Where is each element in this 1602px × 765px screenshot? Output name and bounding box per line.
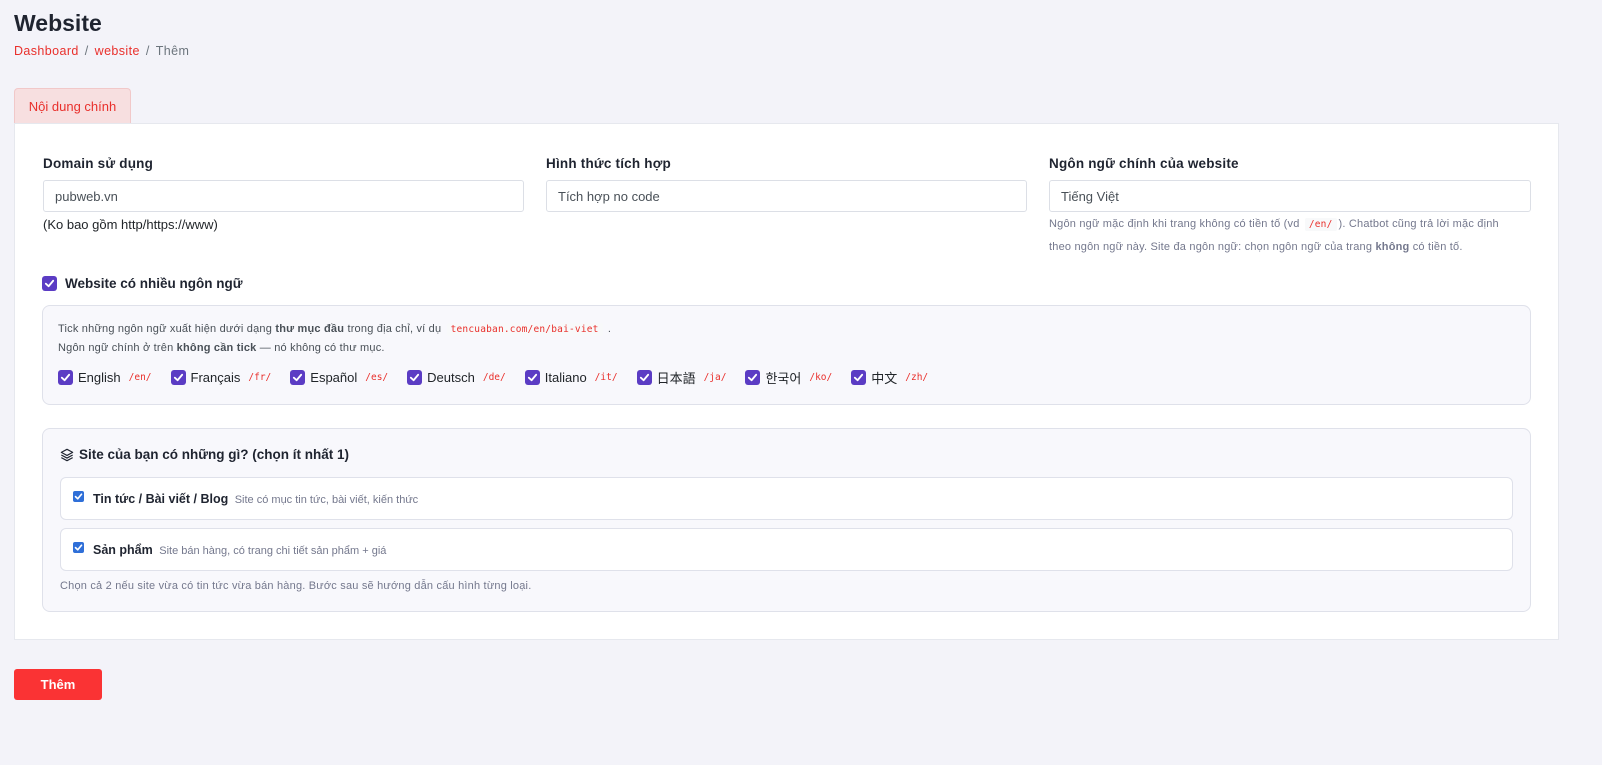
language-path: /en/ [128, 372, 152, 383]
main-language-hint-text: Ngôn ngữ mặc định khi trang không có tiề… [1049, 218, 1300, 230]
check-icon [410, 373, 420, 382]
language-path: /ja/ [703, 372, 727, 383]
tab-main-content[interactable]: Nội dung chính [14, 88, 131, 124]
site-type-title-text: Site của bạn có những gì? (chọn ít nhất … [79, 447, 350, 462]
site-type-title: Site của bạn có những gì? (chọn ít nhất … [60, 447, 349, 462]
check-icon [527, 373, 537, 382]
breadcrumb-website-link[interactable]: website [95, 44, 140, 58]
language-note-text: — nó không có thư mục. [259, 342, 385, 354]
main-language-hint-emphasis: không [1375, 241, 1410, 253]
site-type-checkbox[interactable] [73, 542, 84, 553]
site-type-option-news[interactable]: Tin tức / Bài viết / Blog Site có mục ti… [60, 477, 1513, 520]
language-checkbox[interactable] [636, 370, 652, 385]
language-note-text: trong địa chỉ, ví dụ [347, 323, 442, 335]
language-option-en[interactable]: English /en/ [58, 370, 152, 385]
language-note-text: Ngôn ngữ chính ở trên [58, 342, 174, 354]
page-title: Website [14, 10, 102, 36]
multilang-label: Website có nhiều ngôn ngữ [65, 276, 243, 291]
language-note-emphasis: thư mục đầu [275, 323, 345, 335]
language-note-emphasis: không cần tick [176, 342, 257, 354]
language-selection-box: Tick những ngôn ngữ xuất hiện dưới dạng … [42, 305, 1531, 405]
language-path: /it/ [594, 372, 618, 383]
main-language-hint-text: theo ngôn ngữ này. Site đa ngôn ngữ: chọ… [1049, 241, 1373, 253]
language-path: /es/ [365, 372, 389, 383]
language-checkbox[interactable] [58, 370, 73, 385]
domain-input[interactable]: pubweb.vn [43, 180, 524, 212]
language-name: English [78, 370, 121, 385]
language-option-ja[interactable]: 日本語 /ja/ [636, 368, 727, 387]
site-type-option-desc: Site có mục tin tức, bài viết, kiến thức [234, 494, 419, 506]
language-list: English /en/ Français /fr/ Español /es/ … [58, 368, 947, 387]
main-language-label: Ngôn ngữ chính của website [1049, 156, 1239, 171]
main-language-hint: Ngôn ngữ mặc định khi trang không có tiề… [1049, 213, 1539, 259]
main-language-hint-code: /en/ [1304, 218, 1337, 231]
language-path: /ko/ [809, 372, 833, 383]
multilang-toggle[interactable]: Website có nhiều ngôn ngữ [42, 276, 243, 291]
site-type-option-desc: Site bán hàng, có trang chi tiết sản phẩ… [159, 545, 387, 557]
language-note-text: . [607, 323, 612, 335]
domain-label: Domain sử dụng [43, 156, 154, 171]
language-option-zh[interactable]: 中文 /zh/ [851, 368, 928, 387]
language-checkbox[interactable] [407, 370, 423, 385]
site-type-option-products[interactable]: Sản phẩm Site bán hàng, có trang chi tiế… [60, 528, 1513, 571]
submit-button[interactable]: Thêm [14, 669, 102, 700]
language-name: Italiano [544, 370, 587, 385]
site-type-checkbox[interactable] [73, 491, 84, 502]
breadcrumb: Dashboard / website / Thêm [14, 44, 189, 58]
check-icon [639, 373, 649, 382]
check-icon [74, 544, 83, 551]
check-icon [173, 373, 183, 382]
language-checkbox[interactable] [745, 370, 761, 385]
site-type-footnote: Chọn cả 2 nếu site vừa có tin tức vừa bá… [60, 580, 532, 592]
main-language-hint-text: ). Chatbot cũng trả lời mặc định [1338, 218, 1499, 230]
breadcrumb-dashboard-link[interactable]: Dashboard [14, 44, 79, 58]
language-checkbox[interactable] [524, 370, 540, 385]
check-icon [854, 373, 864, 382]
language-option-ko[interactable]: 한국어 /ko/ [745, 368, 832, 387]
language-option-it[interactable]: Italiano /it/ [524, 370, 618, 385]
language-checkbox[interactable] [170, 370, 186, 385]
site-type-option-title: Tin tức / Bài viết / Blog [93, 492, 229, 506]
language-note: Tick những ngôn ngữ xuất hiện dưới dạng … [58, 320, 611, 358]
language-path: /zh/ [905, 372, 929, 383]
language-name: Deutsch [427, 370, 475, 385]
language-checkbox[interactable] [290, 370, 306, 385]
language-name: 한국어 [765, 371, 802, 386]
breadcrumb-separator: / [145, 44, 150, 58]
integration-label: Hình thức tích hợp [546, 156, 671, 171]
language-checkbox[interactable] [851, 370, 867, 385]
layers-icon [60, 448, 74, 461]
language-path: /fr/ [248, 372, 272, 383]
main-language-hint-text: có tiền tố. [1412, 241, 1463, 253]
multilang-checkbox[interactable] [42, 276, 57, 291]
language-note-text: Tick những ngôn ngữ xuất hiện dưới dạng [58, 323, 273, 335]
integration-select[interactable]: Tích hợp no code [546, 180, 1027, 212]
breadcrumb-separator: / [84, 44, 89, 58]
main-language-select[interactable]: Tiếng Việt [1049, 180, 1531, 212]
check-icon [748, 373, 758, 382]
check-icon [60, 373, 71, 382]
language-name: Español [310, 370, 358, 385]
site-type-option-text: Tin tức / Bài viết / Blog Site có mục ti… [93, 492, 418, 506]
language-option-es[interactable]: Español /es/ [290, 370, 388, 385]
language-name: 中文 [871, 371, 898, 386]
site-type-option-title: Sản phẩm [93, 543, 153, 557]
language-option-fr[interactable]: Français /fr/ [170, 370, 272, 385]
check-icon [44, 279, 55, 288]
language-name: Français [190, 370, 241, 385]
site-type-box: Site của bạn có những gì? (chọn ít nhất … [42, 428, 1531, 612]
domain-hint: (Ko bao gồm http/https://www) [43, 217, 218, 232]
site-type-option-text: Sản phẩm Site bán hàng, có trang chi tiế… [93, 543, 386, 557]
language-option-de[interactable]: Deutsch /de/ [407, 370, 506, 385]
language-path: /de/ [482, 372, 506, 383]
language-note-code: tencuaban.com/en/bai-viet [446, 323, 603, 336]
language-name: 日本語 [656, 371, 696, 386]
check-icon [74, 493, 83, 500]
breadcrumb-current: Thêm [155, 44, 190, 58]
check-icon [293, 373, 303, 382]
